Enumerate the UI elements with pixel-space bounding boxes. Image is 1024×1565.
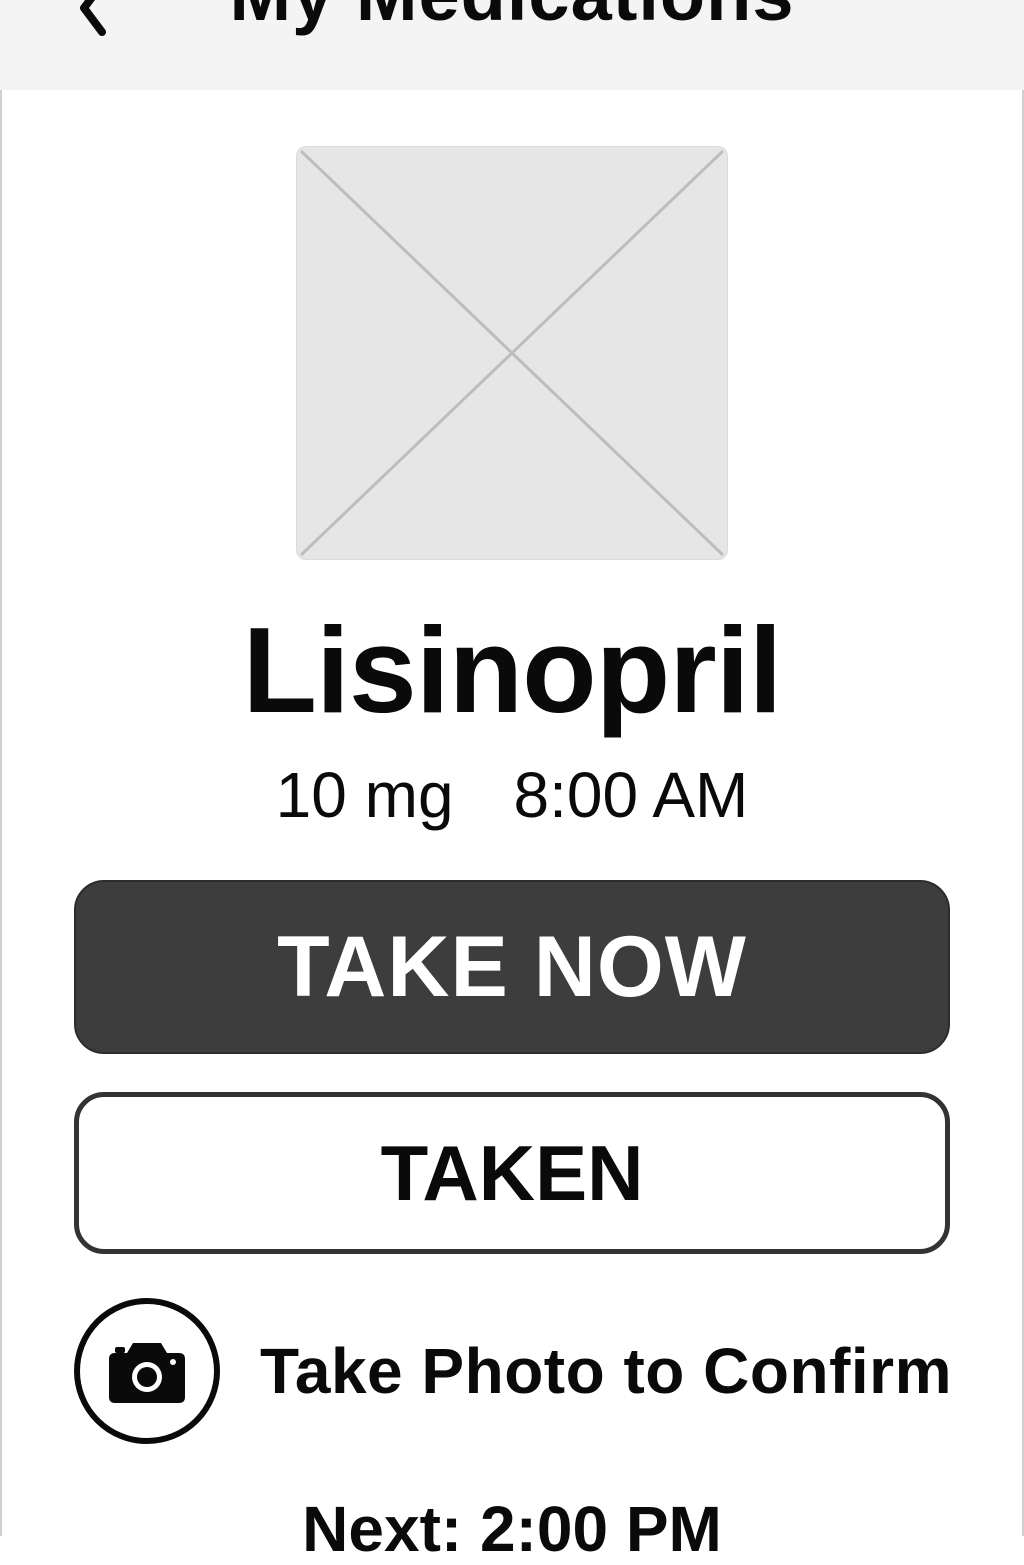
chevron-left-icon <box>80 0 106 36</box>
camera-button-circle[interactable] <box>74 1298 220 1444</box>
medication-name: Lisinopril <box>242 602 783 738</box>
camera-icon <box>109 1343 185 1403</box>
take-photo-button[interactable]: Take Photo to Confirm <box>74 1298 952 1444</box>
image-placeholder-icon <box>299 149 725 557</box>
back-button[interactable] <box>60 0 130 40</box>
header-bar: My Medications <box>0 0 1024 90</box>
medication-time: 8:00 AM <box>513 759 749 831</box>
next-dose-label: Next: 2:00 PM <box>302 1493 722 1565</box>
take-now-button[interactable]: TAKE NOW <box>74 880 950 1054</box>
medication-details: 10 mg 8:00 AM <box>0 760 1024 830</box>
taken-button[interactable]: TAKEN <box>74 1092 950 1254</box>
medication-image-placeholder <box>296 146 728 560</box>
taken-label: TAKEN <box>380 1128 644 1217</box>
medication-dose: 10 mg <box>275 759 454 831</box>
page-title: My Medications <box>0 0 1024 32</box>
take-now-label: TAKE NOW <box>277 918 747 1015</box>
take-photo-label: Take Photo to Confirm <box>260 1335 952 1407</box>
